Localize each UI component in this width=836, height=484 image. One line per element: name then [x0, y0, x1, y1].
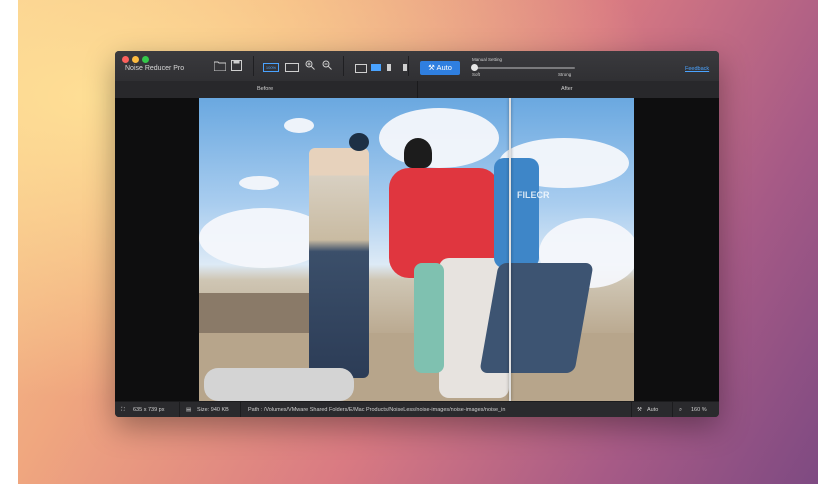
zoom-window-button[interactable] — [142, 56, 149, 63]
beanie — [404, 138, 432, 168]
cloud — [284, 118, 314, 133]
status-bar: ⛶ 635 x 739 px ▤ Size: 940 KB Path : /Vo… — [115, 401, 719, 417]
actual-size-button[interactable]: 100% — [263, 63, 279, 72]
zoom-in-icon[interactable] — [305, 60, 317, 72]
close-window-button[interactable] — [122, 56, 129, 63]
image-dimensions: 635 x 739 px — [133, 407, 165, 413]
status-divider — [240, 402, 241, 417]
cap — [349, 133, 369, 151]
save-icon[interactable] — [231, 60, 243, 72]
watermark: FILECR — [517, 190, 550, 200]
view-split-icon[interactable] — [371, 64, 381, 71]
zoom-out-icon[interactable] — [322, 60, 334, 72]
auto-button-label: Auto — [436, 63, 452, 72]
status-divider — [179, 402, 180, 417]
minimize-window-button[interactable] — [132, 56, 139, 63]
view-single-icon[interactable] — [355, 64, 367, 73]
toolbar: Noise Reducer Pro 100% ⚒ Auto Manual Set — [115, 51, 719, 82]
image-size-icon: ⛶ — [121, 407, 125, 413]
app-window: Noise Reducer Pro 100% ⚒ Auto Manual Set — [115, 51, 719, 417]
toolbar-divider — [408, 56, 409, 76]
image-canvas[interactable]: FILECR — [115, 98, 719, 401]
preview-image: FILECR — [199, 98, 634, 401]
zoom-icon: ⌕ — [679, 407, 683, 413]
toolbar-divider — [253, 56, 254, 76]
toolbar-divider — [343, 56, 344, 76]
app-title: Noise Reducer Pro — [125, 65, 185, 72]
view-side-by-side-icon[interactable] — [387, 64, 407, 71]
fit-to-window-button[interactable] — [285, 63, 299, 72]
feedback-link[interactable]: Feedback — [685, 66, 709, 72]
mode-value: Auto — [647, 407, 659, 413]
jeans-right — [479, 263, 594, 373]
before-label: Before — [257, 86, 274, 92]
file-size-icon: ▤ — [186, 407, 192, 413]
status-divider — [672, 402, 673, 417]
manual-setting-label: Manual Setting — [472, 57, 503, 62]
cloud — [239, 176, 279, 190]
after-label: After — [561, 86, 573, 92]
magic-wand-icon: ⚒ — [637, 407, 642, 413]
boombox — [204, 368, 354, 401]
noise-strength-slider[interactable] — [473, 67, 575, 69]
slider-min-label: Soft — [472, 72, 481, 77]
person-left — [309, 148, 369, 378]
person-right — [494, 158, 539, 268]
cloud — [379, 108, 499, 168]
file-path: Path : /Volumes/VMware Shared Folders/E/… — [248, 407, 506, 413]
compare-split-handle[interactable] — [509, 98, 511, 401]
slider-max-label: Strong — [558, 72, 572, 77]
green-pants — [414, 263, 444, 373]
slider-knob[interactable] — [471, 64, 478, 71]
labels-divider — [417, 81, 418, 98]
auto-button[interactable]: ⚒ Auto — [420, 61, 460, 75]
open-folder-icon[interactable] — [214, 60, 226, 72]
file-size: Size: 940 KB — [197, 407, 229, 413]
zoom-value: 160 % — [691, 407, 707, 413]
status-divider — [631, 402, 632, 417]
